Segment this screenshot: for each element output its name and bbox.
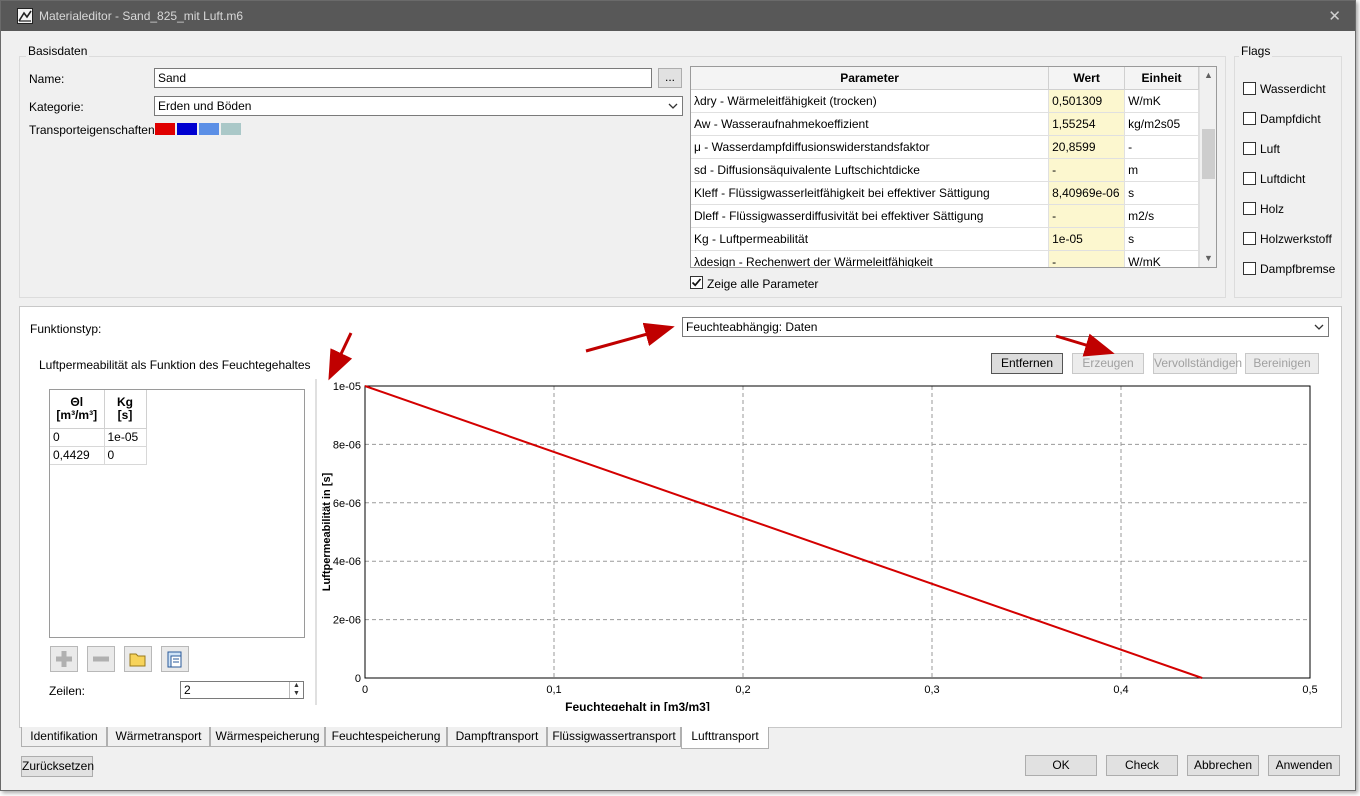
ok-button[interactable]: OK: [1025, 755, 1097, 776]
material-editor-window: Materialeditor - Sand_825_mit Luft.m6 ✕ …: [0, 0, 1356, 791]
tab-lufttransport[interactable]: Lufttransport: [681, 727, 769, 749]
cancel-button[interactable]: Abbrechen: [1187, 755, 1259, 776]
reset-button[interactable]: Zurücksetzen: [21, 756, 94, 777]
tab-identifikation[interactable]: Identifikation: [21, 727, 107, 747]
annotation-arrow-erzeugen: [1055, 333, 1115, 357]
tab-waermetransport[interactable]: Wärmetransport: [107, 727, 210, 747]
annotation-arrow-axis: [328, 332, 353, 381]
tab-fluessigwassertransport[interactable]: Flüssigwassertransport: [547, 727, 681, 747]
tab-waermespeicherung[interactable]: Wärmespeicherung: [210, 727, 325, 747]
check-button[interactable]: Check: [1106, 755, 1178, 776]
annotation-arrow-funktionstyp: [585, 322, 675, 353]
tab-dampftransport[interactable]: Dampftransport: [447, 727, 547, 747]
annotation-arrows: [328, 322, 1115, 381]
tab-feuchtespeicherung[interactable]: Feuchtespeicherung: [325, 727, 447, 747]
apply-button[interactable]: Anwenden: [1268, 755, 1340, 776]
